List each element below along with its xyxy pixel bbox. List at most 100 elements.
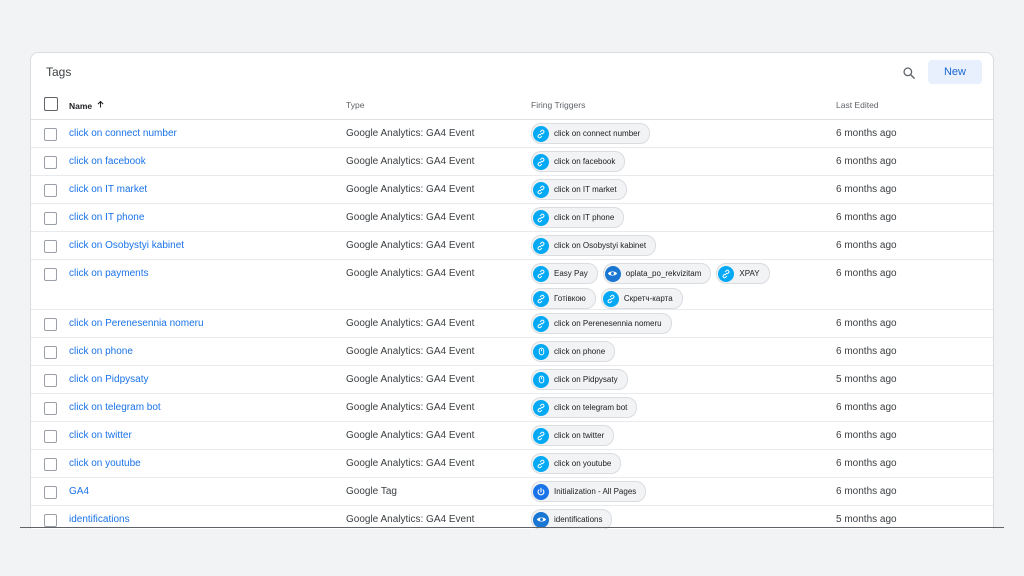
trigger-chip[interactable]: click on youtube xyxy=(531,453,622,474)
last-edited-column-header[interactable]: Last Edited xyxy=(836,100,879,110)
row-checkbox[interactable] xyxy=(44,268,57,281)
tag-name-link[interactable]: click on telegram bot xyxy=(69,402,161,413)
row-checkbox[interactable] xyxy=(44,430,57,443)
table-row[interactable]: GA4 Google Tag Initialization - All Pages 6… xyxy=(31,478,993,506)
trigger-chip[interactable]: click on telegram bot xyxy=(531,397,638,418)
triggers-column-header[interactable]: Firing Triggers xyxy=(531,100,585,110)
tag-type: Google Analytics: GA4 Event xyxy=(346,374,475,385)
table-row[interactable]: click on IT market Google Analytics: GA4 … xyxy=(31,176,993,204)
trigger-chip[interactable]: click on Perenesennia nomeru xyxy=(531,313,672,334)
table-row[interactable]: click on IT phone Google Analytics: GA4 E… xyxy=(31,204,993,232)
row-checkbox[interactable] xyxy=(44,402,57,415)
trigger-chip[interactable]: Скретч-карта xyxy=(600,288,683,309)
row-checkbox[interactable] xyxy=(44,514,57,527)
row-checkbox[interactable] xyxy=(44,374,57,387)
trigger-chip[interactable]: click on Osobystyi kabinet xyxy=(531,235,657,256)
tag-name-link[interactable]: click on twitter xyxy=(69,430,132,441)
trigger-chip[interactable]: Easy Pay xyxy=(531,263,598,284)
last-edited: 6 months ago xyxy=(836,486,897,497)
trigger-chip[interactable]: click on IT phone xyxy=(531,207,625,228)
table-row[interactable]: click on facebook Google Analytics: GA4 E… xyxy=(31,148,993,176)
type-column-header[interactable]: Type xyxy=(346,100,364,110)
table-row[interactable]: click on phone Google Analytics: GA4 Even… xyxy=(31,338,993,366)
trigger-chip-label: Easy Pay xyxy=(554,269,588,278)
new-button[interactable]: New xyxy=(928,60,982,84)
table-row[interactable]: click on connect number Google Analytics:… xyxy=(31,120,993,148)
tag-type: Google Analytics: GA4 Event xyxy=(346,402,475,413)
tag-name-link[interactable]: click on Perenesennia nomeru xyxy=(69,318,204,329)
row-checkbox[interactable] xyxy=(44,128,57,141)
table-row[interactable]: click on twitter Google Analytics: GA4 Ev… xyxy=(31,422,993,450)
trigger-chip-label: oplata_po_rekvizitam xyxy=(625,269,702,278)
tag-type: Google Analytics: GA4 Event xyxy=(346,458,475,469)
tag-type: Google Analytics: GA4 Event xyxy=(346,240,475,251)
trigger-chip[interactable]: Initialization - All Pages xyxy=(531,481,647,502)
trigger-chip[interactable]: click on facebook xyxy=(531,151,626,172)
trigger-chip[interactable]: oplata_po_rekvizitam xyxy=(602,263,712,284)
eye-icon xyxy=(604,265,621,282)
trigger-chip-label: Скретч-карта xyxy=(623,294,673,303)
trigger-chip[interactable]: click on twitter xyxy=(531,425,615,446)
table-row[interactable]: click on Osobystyi kabinet Google Analyti… xyxy=(31,232,993,260)
trigger-chip[interactable]: click on connect number xyxy=(531,123,651,144)
row-checkbox[interactable] xyxy=(44,240,57,253)
table-row[interactable]: click on telegram bot Google Analytics: G… xyxy=(31,394,993,422)
trigger-chip[interactable]: click on IT market xyxy=(531,179,627,200)
firing-triggers: click on IT phone xyxy=(531,207,831,228)
trigger-chip-label: Initialization - All Pages xyxy=(554,487,637,496)
firing-triggers: click on Osobystyi kabinet xyxy=(531,235,831,256)
firing-triggers: identifications xyxy=(531,509,831,529)
trigger-chip[interactable]: identifications xyxy=(531,509,613,529)
tag-type: Google Analytics: GA4 Event xyxy=(346,514,475,525)
firing-triggers: Initialization - All Pages xyxy=(531,481,831,502)
table-row[interactable]: click on payments Google Analytics: GA4 E… xyxy=(31,260,993,310)
bottom-divider xyxy=(20,527,1004,528)
search-icon[interactable] xyxy=(898,62,920,84)
firing-triggers: click on IT market xyxy=(531,179,831,200)
last-edited: 6 months ago xyxy=(836,458,897,469)
tags-card: Tags New Name Type Firing Triggers Last … xyxy=(30,52,994,529)
tag-type: Google Analytics: GA4 Event xyxy=(346,156,475,167)
firing-triggers: click on Perenesennia nomeru xyxy=(531,313,831,334)
trigger-chip-label: XPAY xyxy=(739,269,760,278)
select-all-checkbox[interactable] xyxy=(44,97,58,111)
mouse-icon xyxy=(533,371,549,388)
table-row[interactable]: click on Perenesennia nomeru Google Analy… xyxy=(31,310,993,338)
trigger-chip[interactable]: Готівкою xyxy=(531,288,596,309)
tag-name-link[interactable]: click on connect number xyxy=(69,128,177,139)
link-icon xyxy=(533,399,549,416)
tag-name-link[interactable]: click on Pidpysaty xyxy=(69,374,148,385)
tag-name-link[interactable]: click on IT market xyxy=(69,184,147,195)
table-row[interactable]: click on Pidpysaty Google Analytics: GA4 … xyxy=(31,366,993,394)
tag-name-link[interactable]: GA4 xyxy=(69,486,89,497)
tag-name-link[interactable]: identifications xyxy=(69,514,130,525)
tag-name-link[interactable]: click on IT phone xyxy=(69,212,144,223)
tag-name-link[interactable]: click on facebook xyxy=(69,156,146,167)
row-checkbox[interactable] xyxy=(44,458,57,471)
last-edited: 6 months ago xyxy=(836,402,897,413)
name-column-header[interactable]: Name xyxy=(69,100,105,111)
table-row[interactable]: identifications Google Analytics: GA4 Eve… xyxy=(31,506,993,529)
trigger-chip[interactable]: click on Pidpysaty xyxy=(531,369,628,390)
row-checkbox[interactable] xyxy=(44,184,57,197)
tag-name-link[interactable]: click on phone xyxy=(69,346,133,357)
trigger-chip-label: click on IT market xyxy=(554,185,617,194)
firing-triggers: click on connect number xyxy=(531,123,831,144)
trigger-chip[interactable]: XPAY xyxy=(716,263,770,284)
tag-name-link[interactable]: click on youtube xyxy=(69,458,141,469)
last-edited: 6 months ago xyxy=(836,268,897,279)
tag-name-link[interactable]: click on payments xyxy=(69,268,148,279)
row-checkbox[interactable] xyxy=(44,486,57,499)
trigger-chip[interactable]: click on phone xyxy=(531,341,616,362)
link-icon xyxy=(533,237,549,254)
tag-type: Google Analytics: GA4 Event xyxy=(346,268,475,279)
table-row[interactable]: click on youtube Google Analytics: GA4 Ev… xyxy=(31,450,993,478)
row-checkbox[interactable] xyxy=(44,318,57,331)
arrow-up-icon xyxy=(96,100,105,111)
row-checkbox[interactable] xyxy=(44,346,57,359)
row-checkbox[interactable] xyxy=(44,212,57,225)
firing-triggers: click on youtube xyxy=(531,453,831,474)
link-icon xyxy=(533,315,549,332)
row-checkbox[interactable] xyxy=(44,156,57,169)
tag-name-link[interactable]: click on Osobystyi kabinet xyxy=(69,240,184,251)
